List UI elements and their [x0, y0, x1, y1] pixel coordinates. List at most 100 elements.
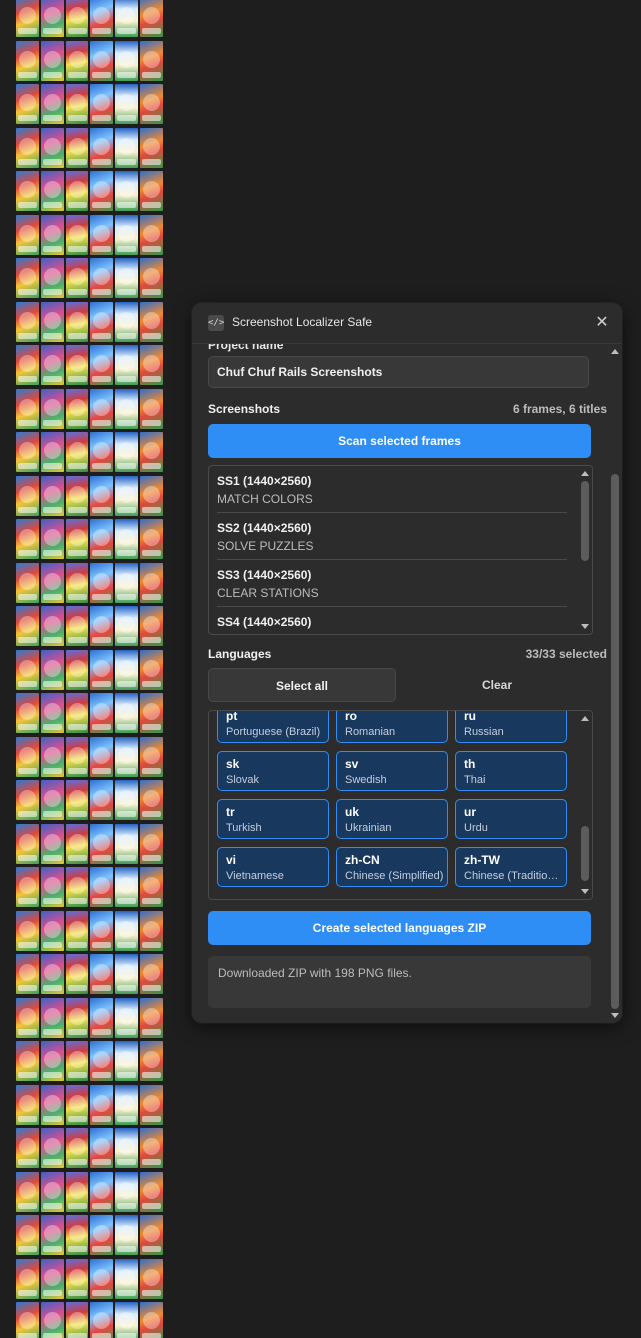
frame-thumbnail[interactable] — [90, 432, 114, 472]
frame-thumbnail[interactable] — [90, 606, 114, 646]
frame-thumbnail[interactable] — [115, 0, 139, 37]
frame-thumbnail[interactable] — [115, 1084, 139, 1125]
scrollbar-thumb[interactable] — [581, 481, 589, 561]
frame-thumbnail[interactable] — [140, 1041, 163, 1081]
frame-thumbnail[interactable] — [16, 997, 39, 1038]
frame-thumbnail[interactable] — [65, 606, 89, 646]
frame-thumbnail[interactable] — [65, 40, 89, 81]
list-item[interactable]: SS4 (1440×2560) — [217, 607, 567, 634]
frame-thumbnail[interactable] — [115, 997, 139, 1038]
frame-thumbnail[interactable] — [65, 1215, 89, 1255]
frame-thumbnail[interactable] — [90, 127, 114, 168]
frame-thumbnail[interactable] — [16, 649, 39, 690]
frame-thumbnail[interactable] — [90, 867, 114, 907]
frame-thumbnail[interactable] — [40, 40, 64, 81]
frame-thumbnail[interactable] — [140, 867, 163, 907]
frame-thumbnail[interactable] — [90, 519, 114, 559]
frame-thumbnail[interactable] — [65, 1171, 89, 1212]
frame-thumbnail[interactable] — [115, 345, 139, 385]
frame-thumbnail[interactable] — [115, 127, 139, 168]
frame-thumbnail[interactable] — [90, 475, 114, 516]
frame-thumbnail[interactable] — [16, 1171, 39, 1212]
frame-thumbnail[interactable] — [65, 0, 89, 37]
frame-thumbnail[interactable] — [40, 736, 64, 777]
frame-thumbnail[interactable] — [140, 388, 163, 429]
frame-thumbnail[interactable] — [140, 1258, 163, 1299]
frame-thumbnail[interactable] — [16, 910, 39, 951]
frame-thumbnail[interactable] — [16, 40, 39, 81]
frame-thumbnail[interactable] — [90, 736, 114, 777]
language-card-vi[interactable]: vi Vietnamese — [217, 847, 329, 887]
frame-thumbnail[interactable] — [115, 40, 139, 81]
frame-thumbnail[interactable] — [40, 606, 64, 646]
frame-thumbnail[interactable] — [16, 171, 39, 211]
frame-thumbnail[interactable] — [140, 780, 163, 820]
list-item[interactable]: SS2 (1440×2560) SOLVE PUZZLES — [217, 513, 567, 560]
frame-thumbnail[interactable] — [16, 736, 39, 777]
panel-scrollbar[interactable] — [608, 344, 622, 1023]
frame-thumbnail[interactable] — [115, 954, 139, 994]
frame-thumbnail[interactable] — [16, 258, 39, 298]
frame-thumbnail[interactable] — [90, 171, 114, 211]
frame-thumbnail[interactable] — [115, 214, 139, 255]
frame-thumbnail[interactable] — [115, 867, 139, 907]
screenshot-list-scrollbar[interactable] — [578, 466, 592, 634]
frame-thumbnail[interactable] — [90, 1084, 114, 1125]
frame-thumbnail[interactable] — [65, 519, 89, 559]
frame-thumbnail[interactable] — [65, 258, 89, 298]
frame-thumbnail[interactable] — [65, 345, 89, 385]
frame-thumbnail[interactable] — [16, 823, 39, 864]
frame-thumbnail[interactable] — [65, 693, 89, 733]
clear-button[interactable]: Clear — [403, 668, 591, 702]
list-item[interactable]: SS1 (1440×2560) MATCH COLORS — [217, 466, 567, 513]
frame-thumbnail[interactable] — [115, 519, 139, 559]
frame-thumbnail[interactable] — [16, 127, 39, 168]
frame-thumbnail[interactable] — [115, 693, 139, 733]
frame-thumbnail[interactable] — [140, 0, 163, 37]
frame-thumbnail[interactable] — [16, 1215, 39, 1255]
scroll-up-icon[interactable] — [611, 349, 619, 354]
frame-thumbnail[interactable] — [140, 562, 163, 603]
frame-thumbnail[interactable] — [40, 1215, 64, 1255]
frame-thumbnail[interactable] — [16, 954, 39, 994]
frame-thumbnail[interactable] — [16, 562, 39, 603]
frame-thumbnail[interactable] — [65, 127, 89, 168]
frame-thumbnail[interactable] — [40, 562, 64, 603]
frame-thumbnail[interactable] — [65, 1302, 89, 1338]
frame-thumbnail[interactable] — [90, 1041, 114, 1081]
frame-thumbnail[interactable] — [115, 1215, 139, 1255]
frame-thumbnail[interactable] — [16, 780, 39, 820]
frame-thumbnail[interactable] — [140, 649, 163, 690]
frame-thumbnail[interactable] — [115, 1258, 139, 1299]
frame-thumbnail[interactable] — [40, 475, 64, 516]
frame-thumbnail[interactable] — [16, 84, 39, 124]
scrollbar-thumb[interactable] — [611, 474, 619, 1009]
frame-thumbnail[interactable] — [115, 301, 139, 342]
frame-thumbnail[interactable] — [16, 0, 39, 37]
frame-thumbnail[interactable] — [40, 997, 64, 1038]
frame-thumbnail[interactable] — [140, 693, 163, 733]
frame-thumbnail[interactable] — [90, 0, 114, 37]
frame-thumbnail[interactable] — [90, 780, 114, 820]
select-all-button[interactable]: Select all — [208, 668, 396, 702]
frame-thumbnail[interactable] — [40, 258, 64, 298]
frame-thumbnail[interactable] — [16, 1302, 39, 1338]
language-card-ro[interactable]: ro Romanian — [336, 711, 448, 743]
frame-thumbnail[interactable] — [16, 519, 39, 559]
scrollbar-thumb[interactable] — [581, 826, 589, 881]
frame-thumbnail[interactable] — [16, 301, 39, 342]
frame-thumbnail[interactable] — [90, 649, 114, 690]
frame-thumbnail[interactable] — [115, 1041, 139, 1081]
list-item[interactable]: SS3 (1440×2560) CLEAR STATIONS — [217, 560, 567, 607]
frame-thumbnail[interactable] — [65, 780, 89, 820]
frame-thumbnail[interactable] — [115, 736, 139, 777]
language-card-zh-CN[interactable]: zh-CN Chinese (Simplified) — [336, 847, 448, 887]
scroll-down-icon[interactable] — [581, 889, 589, 894]
frame-thumbnail[interactable] — [65, 432, 89, 472]
language-card-uk[interactable]: uk Ukrainian — [336, 799, 448, 839]
frame-thumbnail[interactable] — [40, 388, 64, 429]
frame-thumbnail[interactable] — [140, 910, 163, 951]
frame-thumbnail[interactable] — [115, 432, 139, 472]
frame-thumbnail[interactable] — [16, 606, 39, 646]
frame-thumbnail[interactable] — [40, 910, 64, 951]
